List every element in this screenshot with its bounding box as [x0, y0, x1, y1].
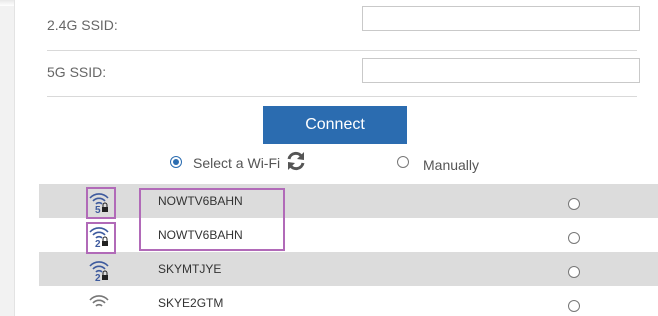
- lock-icon: [102, 275, 108, 280]
- wifi-signal-icon: 2: [87, 258, 111, 284]
- network-row[interactable]: 2 SKYMTJYE: [39, 252, 658, 286]
- ssid-24-input[interactable]: [362, 6, 640, 31]
- network-radio[interactable]: [568, 198, 580, 210]
- manually-radio[interactable]: [397, 156, 409, 168]
- mode-selector: Select a Wi-Fi Manually: [15, 150, 658, 176]
- network-ssid: SKYMTJYE: [158, 262, 222, 276]
- highlight-box-ssids: [139, 188, 285, 251]
- ssid-5-input[interactable]: [362, 58, 640, 83]
- select-wifi-radio[interactable]: [170, 156, 182, 168]
- highlight-box-5g-icon: [86, 187, 116, 219]
- wifi-signal-icon: [87, 292, 111, 316]
- ssid-24-row: 2.4G SSID:: [47, 0, 640, 51]
- network-radio[interactable]: [568, 300, 580, 312]
- wifi-network-list: 5 NOWTV6BAHN 2 NOWTV6BAHN 2 SKYMTJYE SKY…: [39, 184, 658, 316]
- ssid-5-label: 5G SSID:: [47, 64, 107, 80]
- network-ssid: SKYE2GTM: [158, 296, 224, 310]
- wifi-setup-panel: 2.4G SSID: 5G SSID: Connect Select a Wi-…: [14, 0, 658, 316]
- network-radio[interactable]: [568, 232, 580, 244]
- connect-button[interactable]: Connect: [263, 106, 407, 144]
- band-label: 2: [95, 273, 101, 282]
- highlight-box-2g-icon: [86, 222, 116, 254]
- ssid-5-row: 5G SSID:: [47, 46, 640, 97]
- refresh-icon[interactable]: [285, 150, 307, 175]
- network-row[interactable]: SKYE2GTM: [39, 286, 658, 316]
- network-row[interactable]: 2 NOWTV6BAHN: [39, 218, 658, 252]
- network-row[interactable]: 5 NOWTV6BAHN: [39, 184, 658, 218]
- ssid-24-label: 2.4G SSID:: [47, 17, 118, 33]
- manually-label: Manually: [423, 157, 480, 173]
- network-radio[interactable]: [568, 266, 580, 278]
- select-wifi-label: Select a Wi-Fi: [193, 155, 281, 171]
